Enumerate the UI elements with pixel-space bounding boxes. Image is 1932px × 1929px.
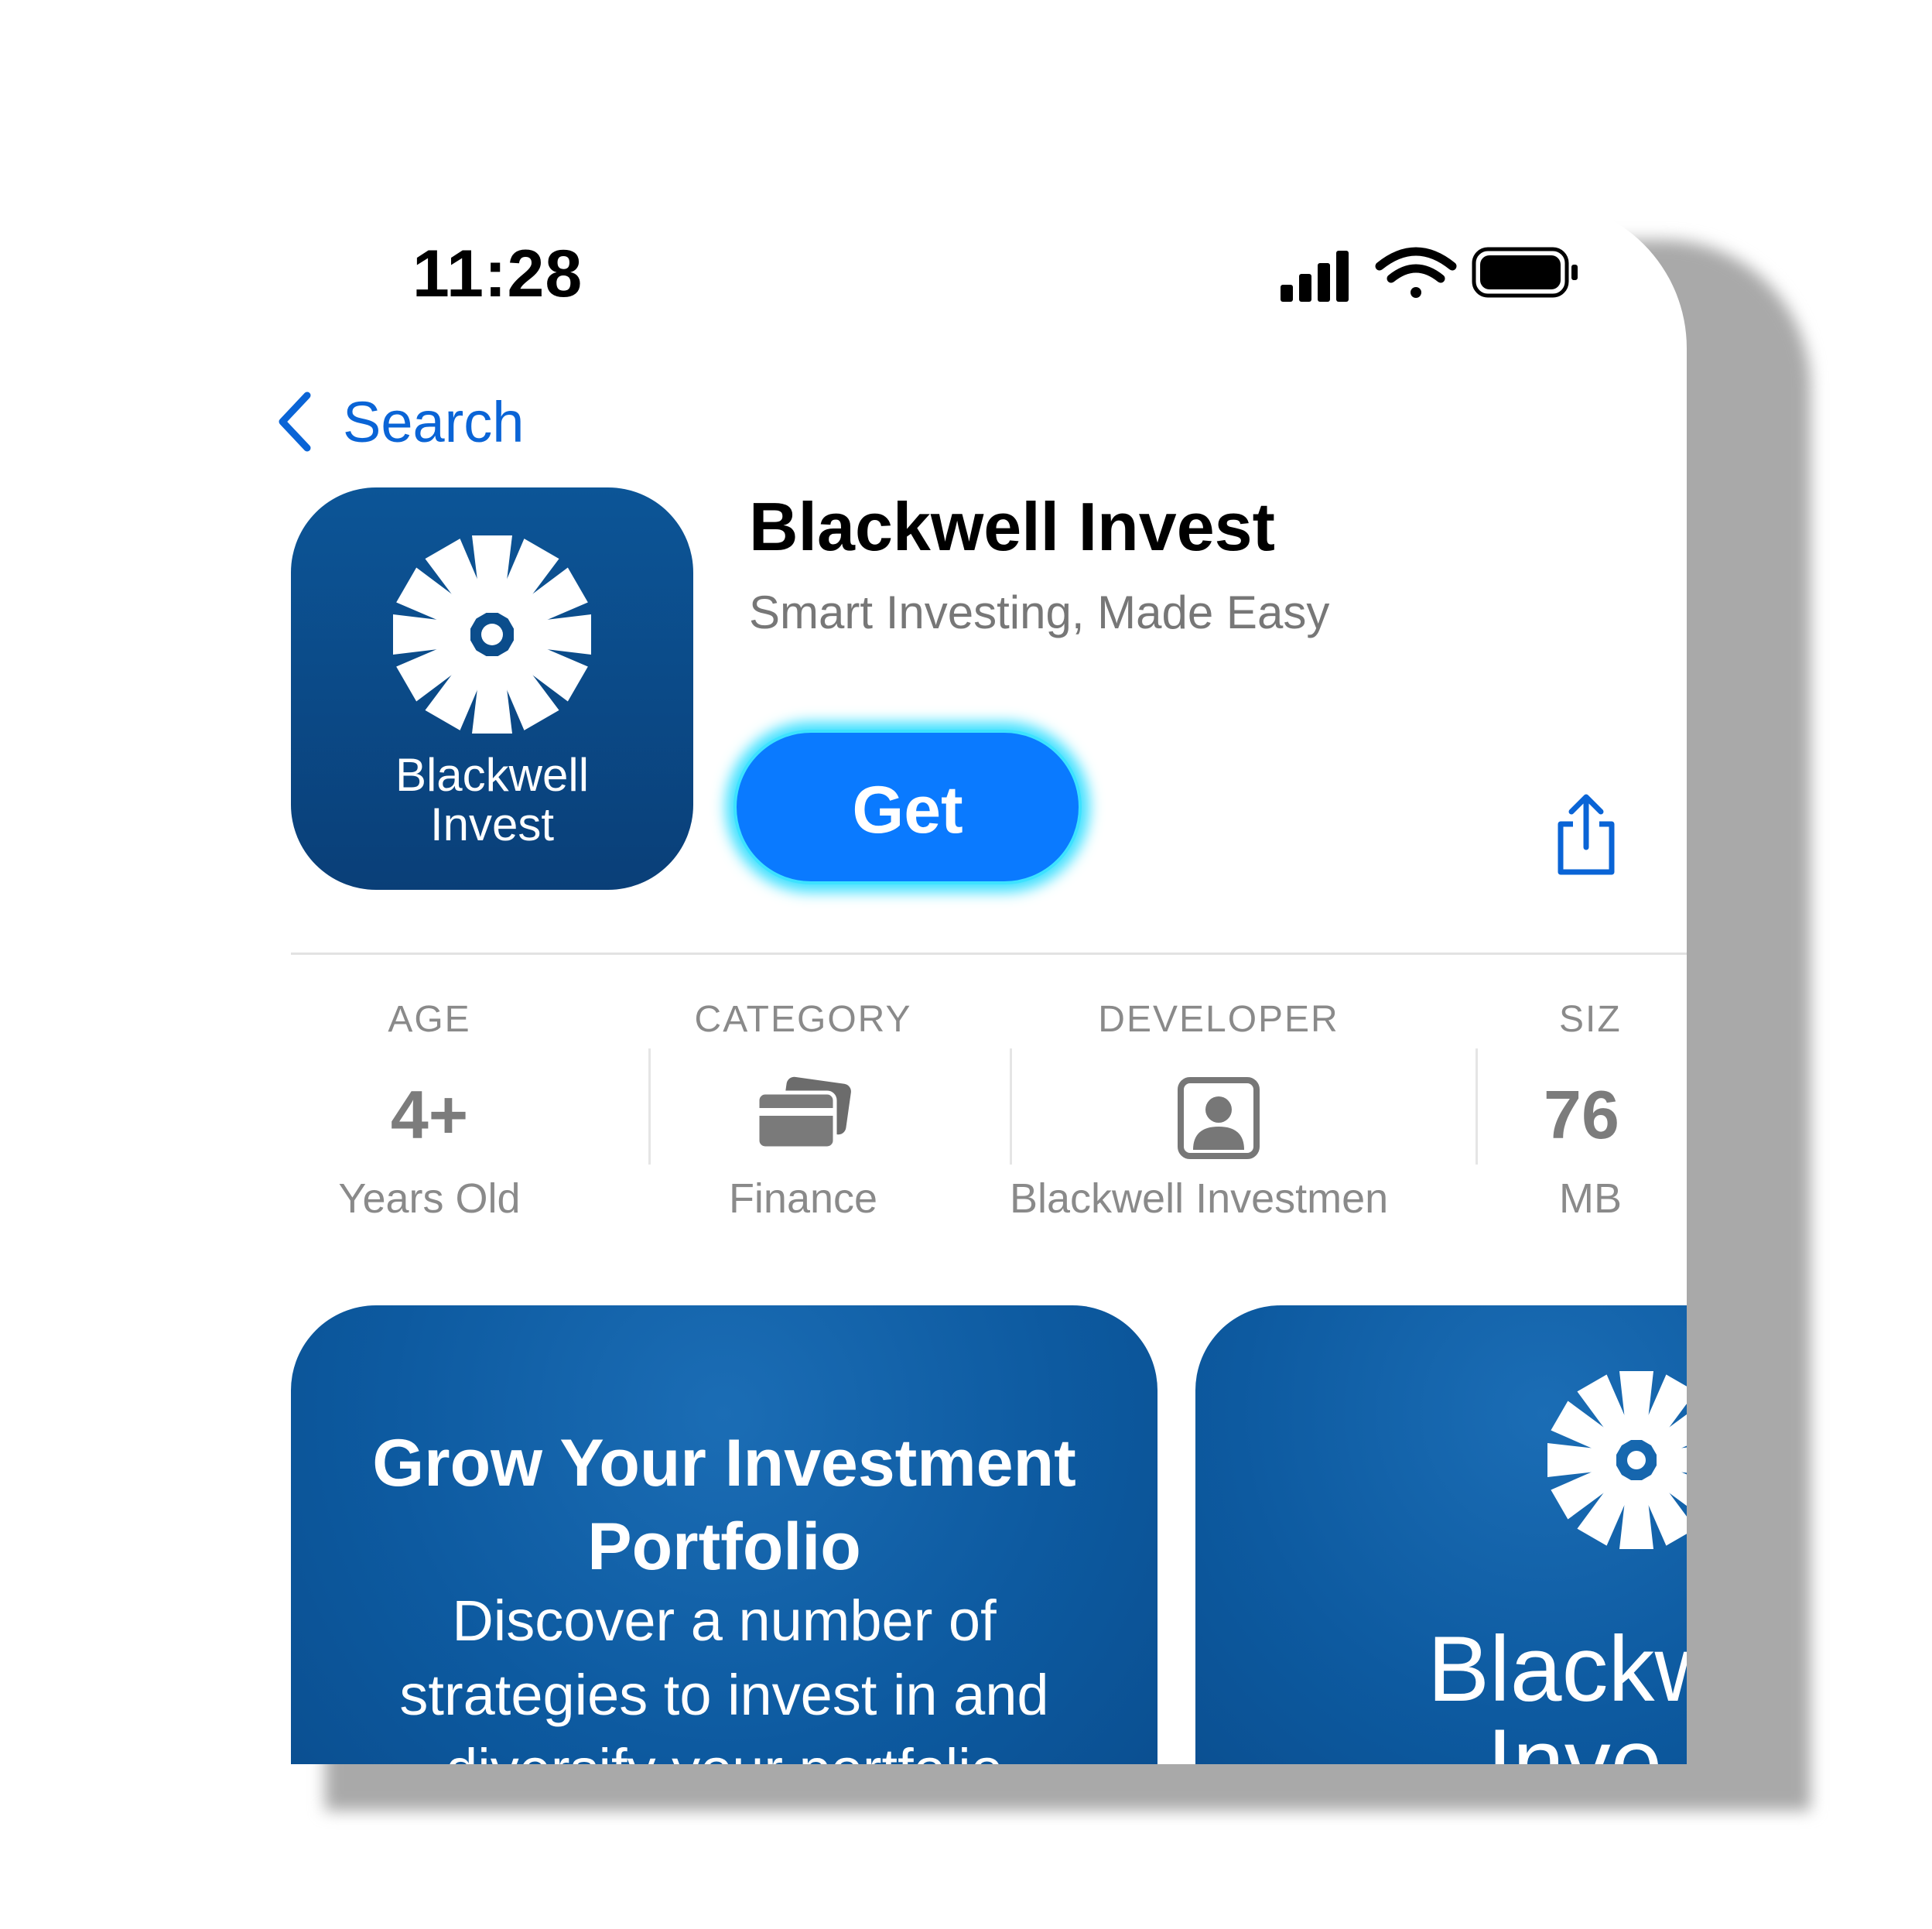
info-age-value: 4+ (390, 1076, 469, 1153)
info-developer-sub: Blackwell Investmen (1010, 1175, 1389, 1222)
battery-icon (1472, 247, 1578, 298)
info-size-sub: MB (1559, 1175, 1622, 1222)
info-size-value: 76 (1544, 1076, 1619, 1153)
info-size[interactable]: SIZ 76 MB (1544, 998, 1687, 1223)
info-separator (1476, 1048, 1478, 1165)
screenshot-2[interactable]: Blackw Inve (1195, 1305, 1687, 1764)
chevron-left-icon (279, 392, 311, 452)
info-developer[interactable]: DEVELOPER Blackwell Investmen (948, 998, 1489, 1223)
cards-icon (755, 1076, 851, 1151)
info-category-sub: Finance (728, 1175, 878, 1222)
get-button[interactable]: Get (733, 730, 1082, 884)
back-label: Search (343, 389, 525, 454)
share-icon[interactable] (1551, 793, 1621, 878)
info-category[interactable]: CATEGORY Finance (610, 998, 997, 1223)
app-icon: Blackwell Invest (291, 487, 693, 890)
screenshot-2-logo-text: Blackw Inve (1428, 1617, 1687, 1764)
screenshot-title: Grow Your Investment Portfolio (372, 1426, 1076, 1584)
info-category-label: CATEGORY (694, 999, 912, 1040)
status-time: 11:28 (412, 237, 583, 311)
app-icon-label-line1: Blackwell (395, 749, 590, 801)
divider (291, 953, 1687, 955)
status-icons (1281, 247, 1578, 302)
phone-screen: 11:28 Search Blackwell Invest Blackwell … (275, 201, 1687, 1764)
person-icon (1178, 1077, 1260, 1159)
info-developer-label: DEVELOPER (1098, 999, 1339, 1040)
screenshot-body: Discover a number of strategies to inves… (399, 1589, 1049, 1764)
app-title: Blackwell Invest (749, 488, 1275, 565)
app-subtitle: Smart Investing, Made Easy (749, 587, 1330, 638)
app-icon-label-line2: Invest (429, 799, 555, 850)
screenshot-1[interactable]: Grow Your Investment Portfolio Discover … (291, 1305, 1157, 1764)
blackwell-logo-icon (1547, 1371, 1687, 1549)
info-age-sub: Years Old (338, 1175, 521, 1222)
info-age-label: AGE (388, 999, 471, 1040)
wifi-icon (1375, 247, 1457, 298)
info-age[interactable]: AGE 4+ Years Old (275, 998, 623, 1223)
info-size-label: SIZ (1559, 999, 1622, 1040)
back-button[interactable]: Search (275, 379, 524, 464)
signal-icon (1281, 251, 1349, 302)
